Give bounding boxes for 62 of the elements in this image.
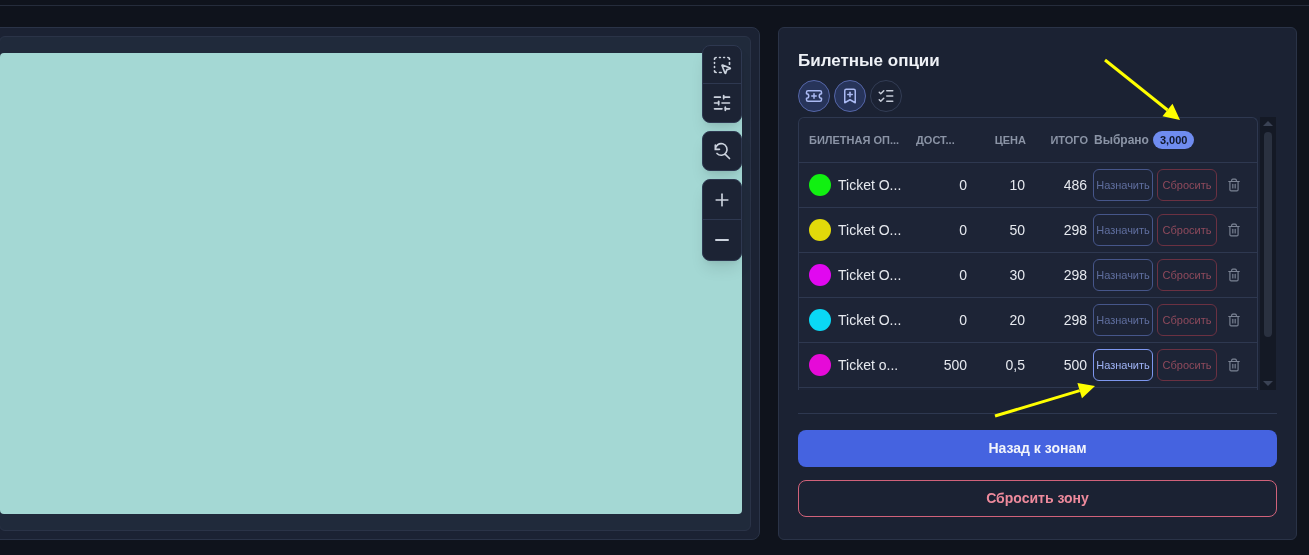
bookmark-plus-icon xyxy=(841,87,859,105)
table-cell-text: Ticket o... xyxy=(838,355,900,375)
column-header: БИЛЕТНАЯ ОП... xyxy=(809,132,901,148)
reset-button[interactable]: Сбросить xyxy=(1157,169,1217,201)
reset-button[interactable]: Сбросить xyxy=(1157,259,1217,291)
trash-icon xyxy=(1227,313,1241,327)
toolbar-button[interactable] xyxy=(870,80,902,112)
reset-button[interactable]: Сбросить xyxy=(1157,349,1217,381)
assign-button[interactable]: Назначить xyxy=(1093,214,1153,246)
sliders-icon xyxy=(712,93,732,113)
scrollbar[interactable] xyxy=(1260,117,1276,390)
table-cell-text: Ticket O... xyxy=(838,220,903,240)
column-header: ИТОГО xyxy=(1049,132,1088,148)
table-cell-text: 500 xyxy=(1062,355,1087,375)
toolbar-button[interactable] xyxy=(798,80,830,112)
reset-button[interactable]: Сбросить xyxy=(1157,304,1217,336)
reset-zone-button[interactable]: Сбросить зону xyxy=(798,480,1277,517)
delete-button[interactable] xyxy=(1227,178,1241,192)
trash-icon xyxy=(1227,223,1241,237)
column-header: ЦЕНА xyxy=(993,132,1026,148)
delete-button[interactable] xyxy=(1227,268,1241,282)
table-cell-text: Ticket O... xyxy=(838,310,903,330)
table-cell-text: 0 xyxy=(958,310,967,330)
back-to-zones-button[interactable]: Назад к зонам xyxy=(798,430,1277,467)
reset-button[interactable]: Сбросить xyxy=(1157,214,1217,246)
reset-zoom-button[interactable] xyxy=(702,131,742,171)
delete-button[interactable] xyxy=(1227,358,1241,372)
seat-map-canvas[interactable] xyxy=(0,53,742,514)
dashed-select-icon xyxy=(712,54,732,75)
minus-icon xyxy=(715,239,729,241)
assign-button[interactable]: Назначить xyxy=(1093,349,1153,381)
table-cell-text: Ticket O... xyxy=(838,265,903,285)
table-cell-text: 486 xyxy=(1062,175,1087,195)
table-cell-text: 10 xyxy=(1008,175,1025,195)
table-cell-text: 30 xyxy=(1008,265,1025,285)
table-cell-text: 0 xyxy=(958,265,967,285)
trash-icon xyxy=(1227,178,1241,192)
trash-icon xyxy=(1227,268,1241,282)
assign-button[interactable]: Назначить xyxy=(1093,304,1153,336)
ticket-plus-icon xyxy=(805,87,823,105)
table-cell-text: 500 xyxy=(942,355,967,375)
column-header: ДОСТ... xyxy=(916,132,956,148)
table-cell-text: 0 xyxy=(958,175,967,195)
delete-button[interactable] xyxy=(1227,313,1241,327)
assign-button[interactable]: Назначить xyxy=(1093,169,1153,201)
column-header: Выбрано xyxy=(1094,132,1149,149)
checklist-icon xyxy=(877,87,895,105)
table-cell-text: 50 xyxy=(1008,220,1025,240)
table-cell-text: 298 xyxy=(1062,265,1087,285)
table-cell-text: 0 xyxy=(958,220,967,240)
table-cell-text: 0,5 xyxy=(1004,355,1025,375)
delete-button[interactable] xyxy=(1227,223,1241,237)
reset-zoom-icon xyxy=(712,141,732,161)
table-cell-text: 20 xyxy=(1008,310,1025,330)
panel-title: Билетные опции xyxy=(798,50,941,72)
table-cell-text: 298 xyxy=(1062,310,1087,330)
table-cell-text: 298 xyxy=(1062,220,1087,240)
toolbar-button[interactable] xyxy=(834,80,866,112)
trash-icon xyxy=(1227,358,1241,372)
assign-button[interactable]: Назначить xyxy=(1093,259,1153,291)
table-cell-text: Ticket O... xyxy=(838,175,903,195)
count-badge: 3,000 xyxy=(1152,131,1195,149)
